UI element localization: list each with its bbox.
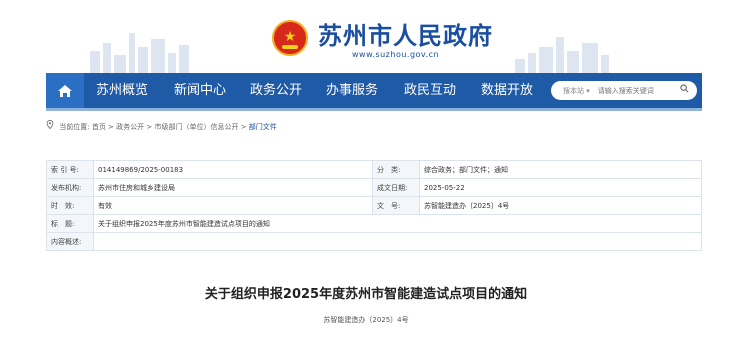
site-url: www.suzhou.gov.cn [352, 50, 440, 59]
nav-item-interaction[interactable]: 政民互动 [404, 73, 456, 108]
national-emblem-icon[interactable]: ★ [272, 20, 308, 56]
title-value: 关于组织申报2025年度苏州市智能建造试点项目的通知 [93, 214, 702, 233]
date-value: 2025-05-22 [419, 178, 702, 197]
skyline-decoration-right [515, 37, 609, 73]
search-box: 搜本站 ▾ [551, 81, 697, 100]
breadcrumb: 当前位置: 首页 > 政务公开 > 市级部门（单位）信息公开 > 部门文件 [46, 120, 277, 132]
category-label: 分 类: [372, 160, 420, 179]
home-icon[interactable] [46, 73, 84, 108]
index-label: 索 引 号: [46, 160, 94, 179]
search-input[interactable] [595, 85, 680, 96]
nav-item-news[interactable]: 新闻中心 [174, 73, 226, 108]
main-nav: 苏州概览 新闻中心 政务公开 办事服务 政民互动 数据开放 搜本站 ▾ [46, 73, 702, 111]
nav-item-overview[interactable]: 苏州概览 [96, 73, 148, 108]
document-meta-table: 索 引 号: 014149869/2025-00183 分 类: 综合政务；部门… [46, 160, 702, 251]
search-icon[interactable] [680, 84, 689, 96]
date-label: 成文日期: [372, 178, 420, 197]
meta-row: 内容概述: [46, 232, 702, 251]
meta-row: 标 题: 关于组织申报2025年度苏州市智能建造试点项目的通知 [46, 214, 702, 233]
document-number: 苏智能建造办〔2025〕4号 [323, 316, 409, 324]
location-icon [46, 120, 56, 131]
meta-row: 时 效: 有效 文 号: 苏智能建造办〔2025〕4号 [46, 196, 702, 215]
nav-item-open-data[interactable]: 数据开放 [481, 73, 533, 108]
meta-row: 索 引 号: 014149869/2025-00183 分 类: 综合政务；部门… [46, 160, 702, 179]
nav-item-services[interactable]: 办事服务 [326, 73, 378, 108]
index-value: 014149869/2025-00183 [93, 160, 373, 179]
issuer-value: 苏州市住房和城乡建设局 [93, 178, 373, 197]
validity-value: 有效 [93, 196, 373, 215]
validity-label: 时 效: [46, 196, 94, 215]
skyline-decoration-left [90, 33, 189, 73]
docno-label: 文 号: [372, 196, 420, 215]
title-label: 标 题: [46, 214, 94, 233]
summary-value [93, 232, 702, 251]
summary-label: 内容概述: [46, 232, 94, 251]
category-value: 综合政务；部门文件；通知 [419, 160, 702, 179]
meta-row: 发布机构: 苏州市住房和城乡建设局 成文日期: 2025-05-22 [46, 178, 702, 197]
breadcrumb-current[interactable]: 部门文件 [249, 123, 277, 131]
breadcrumb-path[interactable]: 首页 > 政务公开 > 市级部门（单位）信息公开 > [92, 123, 249, 131]
site-title[interactable]: 苏州市人民政府 [318, 16, 493, 51]
breadcrumb-prefix: 当前位置: [59, 123, 90, 131]
site-header: ★ 苏州市人民政府 www.suzhou.gov.cn [0, 0, 732, 73]
docno-value: 苏智能建造办〔2025〕4号 [419, 196, 702, 215]
search-scope-select[interactable]: 搜本站 ▾ [551, 86, 590, 96]
nav-item-public-affairs[interactable]: 政务公开 [250, 73, 302, 108]
document-title: 关于组织申报2025年度苏州市智能建造试点项目的通知 [204, 287, 528, 302]
issuer-label: 发布机构: [46, 178, 94, 197]
